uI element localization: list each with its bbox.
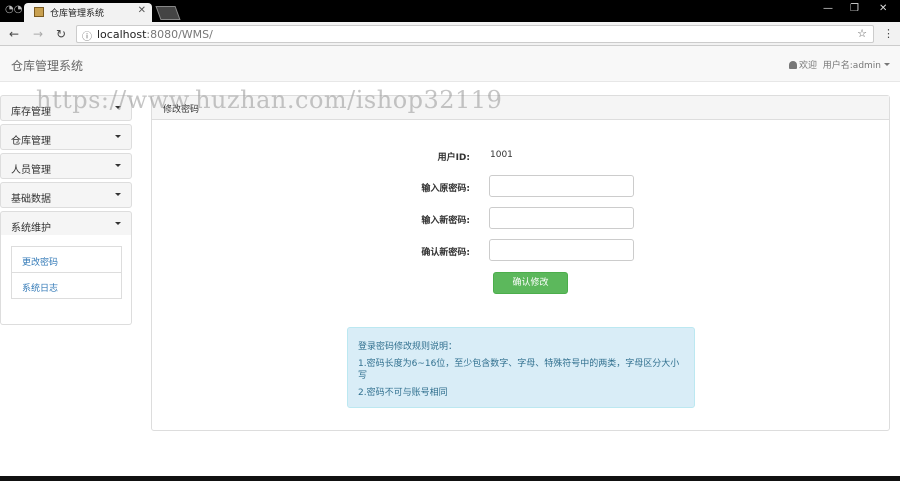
- password-rules-alert: 登录密码修改规则说明： 1.密码长度为6~16位，至少包含数字、字母、特殊符号中…: [347, 327, 695, 408]
- sidebar-item-system[interactable]: 系统维护: [0, 211, 132, 237]
- info-icon[interactable]: ⓘ: [82, 28, 92, 43]
- sidebar-item-label: 人员管理: [11, 165, 51, 176]
- sidebar-item-base-data[interactable]: 基础数据: [0, 182, 132, 208]
- url-text: localhost:8080/WMS/: [97, 28, 213, 41]
- brand-title[interactable]: 仓库管理系统: [11, 57, 83, 74]
- sidebar-item-warehouse[interactable]: 仓库管理: [0, 124, 132, 150]
- change-password-panel: 修改密码 用户ID: 1001 输入原密码: 输入新密码: 确认新密码: 确认修…: [151, 95, 890, 431]
- caret-down-icon: [115, 135, 121, 138]
- old-password-label: 输入原密码:: [421, 184, 470, 194]
- new-password-input[interactable]: [489, 207, 634, 229]
- browser-tab[interactable]: 仓库管理系统 ✕: [24, 3, 152, 22]
- sidebar-subitem-system-log[interactable]: 系统日志: [11, 272, 122, 299]
- sidebar: 库存管理 仓库管理 人员管理 基础数据 系统维护 更改密码 系统日志: [0, 95, 132, 325]
- browser-menu-icon[interactable]: ⋮: [883, 27, 894, 40]
- welcome-text: 欢迎: [799, 61, 818, 71]
- back-icon[interactable]: ←: [9, 27, 19, 41]
- bookmark-star-icon[interactable]: ☆: [857, 27, 867, 40]
- close-window-icon[interactable]: ✕: [879, 3, 887, 14]
- username-text: 用户名:admin: [822, 61, 881, 71]
- browser-tab-bar: ◔◔ 仓库管理系统 ✕ — ❐ ✕: [0, 0, 900, 22]
- user-icon: [789, 61, 798, 69]
- url-bar[interactable]: ⓘ localhost:8080/WMS/ ☆: [76, 25, 874, 43]
- incognito-icon[interactable]: ◔◔: [5, 4, 22, 15]
- user-id-value: 1001: [490, 150, 513, 160]
- sidebar-subitem-label: 更改密码: [22, 258, 59, 268]
- tab-title: 仓库管理系统: [50, 9, 105, 19]
- confirm-change-button[interactable]: 确认修改: [493, 272, 568, 294]
- new-tab-button[interactable]: [155, 6, 181, 20]
- minimize-icon[interactable]: —: [823, 3, 833, 14]
- user-id-label: 用户ID:: [437, 153, 470, 163]
- user-menu[interactable]: 欢迎 用户名:admin: [789, 58, 890, 71]
- app-navbar: 仓库管理系统 欢迎 用户名:admin: [0, 46, 900, 82]
- reload-icon[interactable]: ↻: [56, 27, 66, 41]
- rule-1-line-2: 写: [358, 371, 368, 381]
- confirm-password-label: 确认新密码:: [421, 248, 470, 258]
- old-password-input[interactable]: [489, 175, 634, 197]
- rules-title: 登录密码修改规则说明：: [358, 342, 458, 352]
- new-password-label: 输入新密码:: [421, 216, 470, 226]
- favicon-icon: [34, 7, 44, 17]
- confirm-password-input[interactable]: [489, 239, 634, 261]
- sidebar-item-label: 系统维护: [11, 223, 51, 234]
- sidebar-item-label: 基础数据: [11, 194, 51, 205]
- caret-down-icon: [115, 164, 121, 167]
- taskbar-edge: [0, 476, 900, 481]
- watermark-text: https://www.huzhan.com/ishop32119: [36, 86, 503, 114]
- maximize-icon[interactable]: ❐: [850, 3, 859, 14]
- sidebar-item-label: 仓库管理: [11, 136, 51, 147]
- sidebar-item-personnel[interactable]: 人员管理: [0, 153, 132, 179]
- rule-1-line-1: 1.密码长度为6~16位，至少包含数字、字母、特殊符号中的两类，字母区分大小: [358, 359, 680, 369]
- sidebar-subitem-label: 系统日志: [22, 284, 59, 294]
- caret-down-icon: [884, 63, 890, 66]
- caret-down-icon: [115, 193, 121, 196]
- caret-down-icon: [115, 222, 121, 225]
- forward-icon[interactable]: →: [33, 27, 43, 41]
- sidebar-submenu: 更改密码 系统日志: [0, 235, 132, 325]
- tab-close-icon[interactable]: ✕: [138, 5, 146, 16]
- rule-2: 2.密码不可与账号相同: [358, 388, 448, 398]
- sidebar-subitem-change-password[interactable]: 更改密码: [11, 246, 122, 273]
- browser-toolbar: ← → ↻ ⓘ localhost:8080/WMS/ ☆ ⋮: [0, 22, 900, 46]
